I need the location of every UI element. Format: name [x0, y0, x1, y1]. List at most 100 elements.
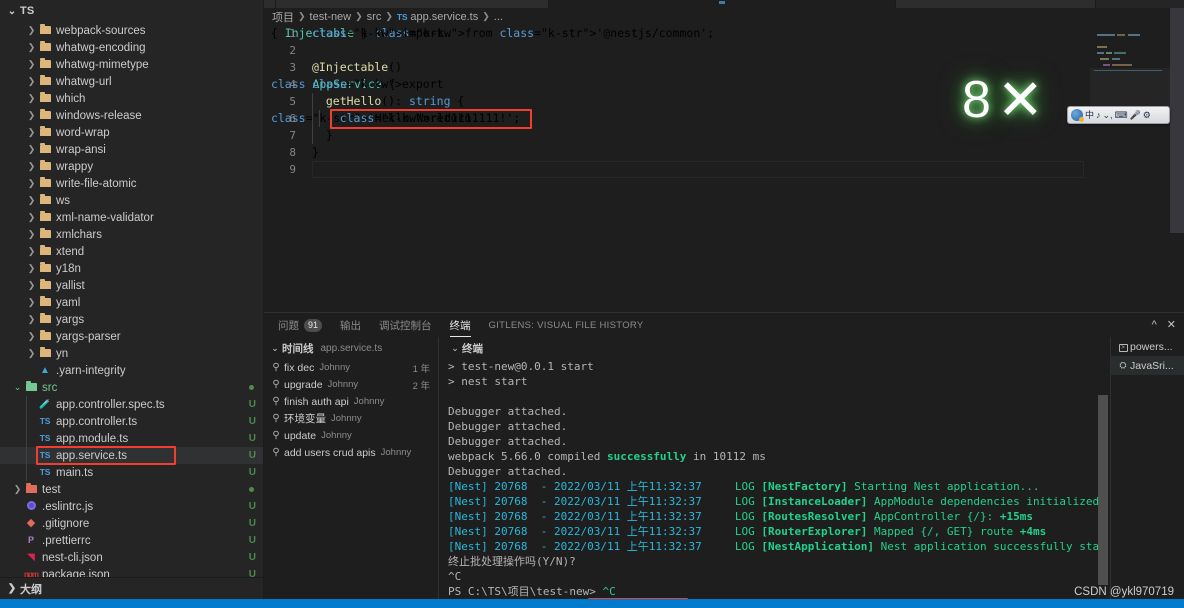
timeline-item[interactable]: ⚲ update Johnny: [264, 427, 438, 444]
chevron-right-icon[interactable]: ❯: [26, 332, 37, 341]
chevron-down-icon[interactable]: ⌄: [12, 383, 23, 392]
tree-item[interactable]: ◆ .gitignore U: [0, 515, 263, 532]
timeline-list[interactable]: ⚲ fix dec Johnny 1 年 ⚲ upgrade Johnny 2 年 ⚲ finis…: [264, 359, 438, 461]
terminal-instance-item[interactable]: > powers...: [1111, 337, 1184, 356]
ime-tone-icon[interactable]: ♪: [1096, 110, 1101, 120]
tree-item[interactable]: npm package.json U: [0, 566, 263, 578]
chevron-right-icon[interactable]: ❯: [26, 298, 37, 307]
tree-item[interactable]: ❯ webpack-sources: [0, 22, 263, 39]
chevron-right-icon[interactable]: ❯: [26, 315, 37, 324]
timeline-header[interactable]: ⌄ 时间线 app.service.ts: [264, 337, 438, 359]
breadcrumb-item[interactable]: 项目: [272, 9, 294, 25]
code-line[interactable]: 6 class="k-kw">return class="k-str">'Hel…: [264, 110, 1184, 127]
ime-punctuation-icon[interactable]: ⌄,: [1103, 110, 1113, 120]
code-line[interactable]: 8}: [264, 144, 1184, 161]
chevron-right-icon[interactable]: ❯: [26, 213, 37, 222]
panel-tab-bar[interactable]: 问题 91 输出 调试控制台 终端 GITLENS: VISUAL FILE HISTOR…: [264, 313, 1184, 337]
scrollbar-thumb[interactable]: [1098, 395, 1108, 585]
timeline-item[interactable]: ⚲ add users crud apis Johnny: [264, 444, 438, 461]
breadcrumb-item[interactable]: test-new: [310, 11, 352, 23]
ime-logo-icon[interactable]: [1071, 109, 1084, 122]
tree-item[interactable]: P .prettierrc U: [0, 532, 263, 549]
code-line[interactable]: 1 class="k-kw">import { Injectable } clas…: [264, 25, 1184, 42]
editor-vertical-scrollbar[interactable]: [1170, 8, 1184, 312]
tree-item[interactable]: ❯ wrappy: [0, 158, 263, 175]
timeline-item[interactable]: ⚲ fix dec Johnny 1 年: [264, 359, 438, 376]
tree-item[interactable]: ❯ word-wrap: [0, 124, 263, 141]
tree-item[interactable]: ❯ xmlchars: [0, 226, 263, 243]
explorer-section-header[interactable]: ⌄ TS: [0, 0, 263, 22]
panel-tab[interactable]: 终端: [449, 313, 471, 337]
outline-section-header[interactable]: ❯ 大纲: [0, 577, 263, 599]
tree-item[interactable]: .eslintrc.js U: [0, 498, 263, 515]
file-tree[interactable]: ❯ webpack-sources ❯ whatwg-encoding ❯ whatwg-…: [0, 22, 263, 578]
ime-microphone-icon[interactable]: 🎤: [1130, 110, 1141, 120]
tree-item[interactable]: ❯ ws: [0, 192, 263, 209]
code-line[interactable]: 2: [264, 42, 1184, 59]
chevron-right-icon[interactable]: ❯: [26, 60, 37, 69]
tree-item[interactable]: ❯ whatwg-encoding: [0, 39, 263, 56]
tree-item[interactable]: ❯ yallist: [0, 277, 263, 294]
panel-tab[interactable]: 输出: [340, 313, 361, 337]
code-line[interactable]: 4 class="k-kw">export class AppService {: [264, 76, 1184, 93]
breadcrumb-item[interactable]: ...: [494, 11, 503, 23]
breadcrumb[interactable]: 项目 ❯ test-new ❯ src ❯ TS app.service.ts ❯...: [264, 8, 1184, 25]
status-bar[interactable]: [0, 599, 1184, 608]
ime-toolbar[interactable]: 中 ♪ ⌄, ⌨ 🎤 ⚙: [1067, 106, 1170, 124]
code-line[interactable]: 9: [264, 161, 1184, 178]
chevron-right-icon[interactable]: ❯: [26, 349, 37, 358]
tree-item[interactable]: TS app.module.ts U: [0, 430, 263, 447]
tree-item[interactable]: ▲ .yarn-integrity: [0, 362, 263, 379]
tree-item[interactable]: ❯ xml-name-validator: [0, 209, 263, 226]
timeline-item[interactable]: ⚲ 环境变量 Johnny: [264, 410, 438, 427]
chevron-right-icon[interactable]: ❯: [26, 77, 37, 86]
breadcrumb-item[interactable]: app.service.ts: [410, 11, 478, 23]
panel-tab[interactable]: 问题 91: [278, 313, 323, 337]
chevron-right-icon[interactable]: ❯: [26, 94, 37, 103]
ime-settings-gear-icon[interactable]: ⚙: [1143, 110, 1151, 120]
breadcrumb-item[interactable]: src: [367, 11, 382, 23]
chevron-right-icon[interactable]: ❯: [26, 26, 37, 35]
tree-item[interactable]: TS main.ts U: [0, 464, 263, 481]
terminal-output[interactable]: > test-new@0.0.1 start > nest start Debugg…: [448, 359, 1108, 600]
tree-item[interactable]: ❯ windows-release: [0, 107, 263, 124]
tree-item[interactable]: ❯ wrap-ansi: [0, 141, 263, 158]
chevron-right-icon[interactable]: ❯: [26, 128, 37, 137]
editor-tab-bar[interactable]: [264, 0, 1184, 8]
scrollbar-thumb[interactable]: [1170, 8, 1184, 233]
code-line[interactable]: 3 @Injectable(): [264, 59, 1184, 76]
tree-item[interactable]: ❯ xtend: [0, 243, 263, 260]
terminal-instance-list[interactable]: > powers... ⛭ JavaSri...: [1110, 337, 1184, 600]
chevron-right-icon[interactable]: ❯: [26, 264, 37, 273]
tree-item[interactable]: ❯ y18n: [0, 260, 263, 277]
timeline-item[interactable]: ⚲ finish auth api Johnny: [264, 393, 438, 410]
editor-tab-active[interactable]: [549, 0, 896, 8]
code-editor[interactable]: 1 class="k-kw">import { Injectable } clas…: [264, 25, 1184, 312]
tree-item[interactable]: 🧪 app.controller.spec.ts U: [0, 396, 263, 413]
code-line[interactable]: 5 getHello(): string {: [264, 93, 1184, 110]
tree-item[interactable]: ◥ nest-cli.json U: [0, 549, 263, 566]
tree-item[interactable]: ⌄ src: [0, 379, 263, 396]
editor-tab[interactable]: [896, 0, 1096, 8]
tree-item[interactable]: ❯ test: [0, 481, 263, 498]
ime-keyboard-icon[interactable]: ⌨: [1115, 110, 1128, 120]
timeline-item[interactable]: ⚲ upgrade Johnny 2 年: [264, 376, 438, 393]
tree-item[interactable]: TS app.controller.ts U: [0, 413, 263, 430]
tree-item[interactable]: ❯ yargs-parser: [0, 328, 263, 345]
panel-tab[interactable]: 调试控制台: [379, 313, 432, 337]
chevron-right-icon[interactable]: ❯: [26, 281, 37, 290]
chevron-right-icon[interactable]: ❯: [26, 179, 37, 188]
panel-actions[interactable]: ^ ✕: [1152, 313, 1176, 337]
tree-item[interactable]: ❯ write-file-atomic: [0, 175, 263, 192]
close-icon[interactable]: ✕: [1167, 319, 1176, 331]
chevron-up-icon[interactable]: ^: [1152, 319, 1157, 331]
terminal-scrollbar[interactable]: [1098, 377, 1108, 597]
tree-item[interactable]: ❯ whatwg-url: [0, 73, 263, 90]
chevron-right-icon[interactable]: ❯: [26, 145, 37, 154]
tree-item[interactable]: ❯ which: [0, 90, 263, 107]
chevron-right-icon[interactable]: ❯: [26, 43, 37, 52]
terminal-instance-item[interactable]: ⛭ JavaSri...: [1111, 356, 1184, 375]
tree-item[interactable]: ❯ whatwg-mimetype: [0, 56, 263, 73]
tree-item[interactable]: ❯ yn: [0, 345, 263, 362]
chevron-right-icon[interactable]: ❯: [26, 162, 37, 171]
